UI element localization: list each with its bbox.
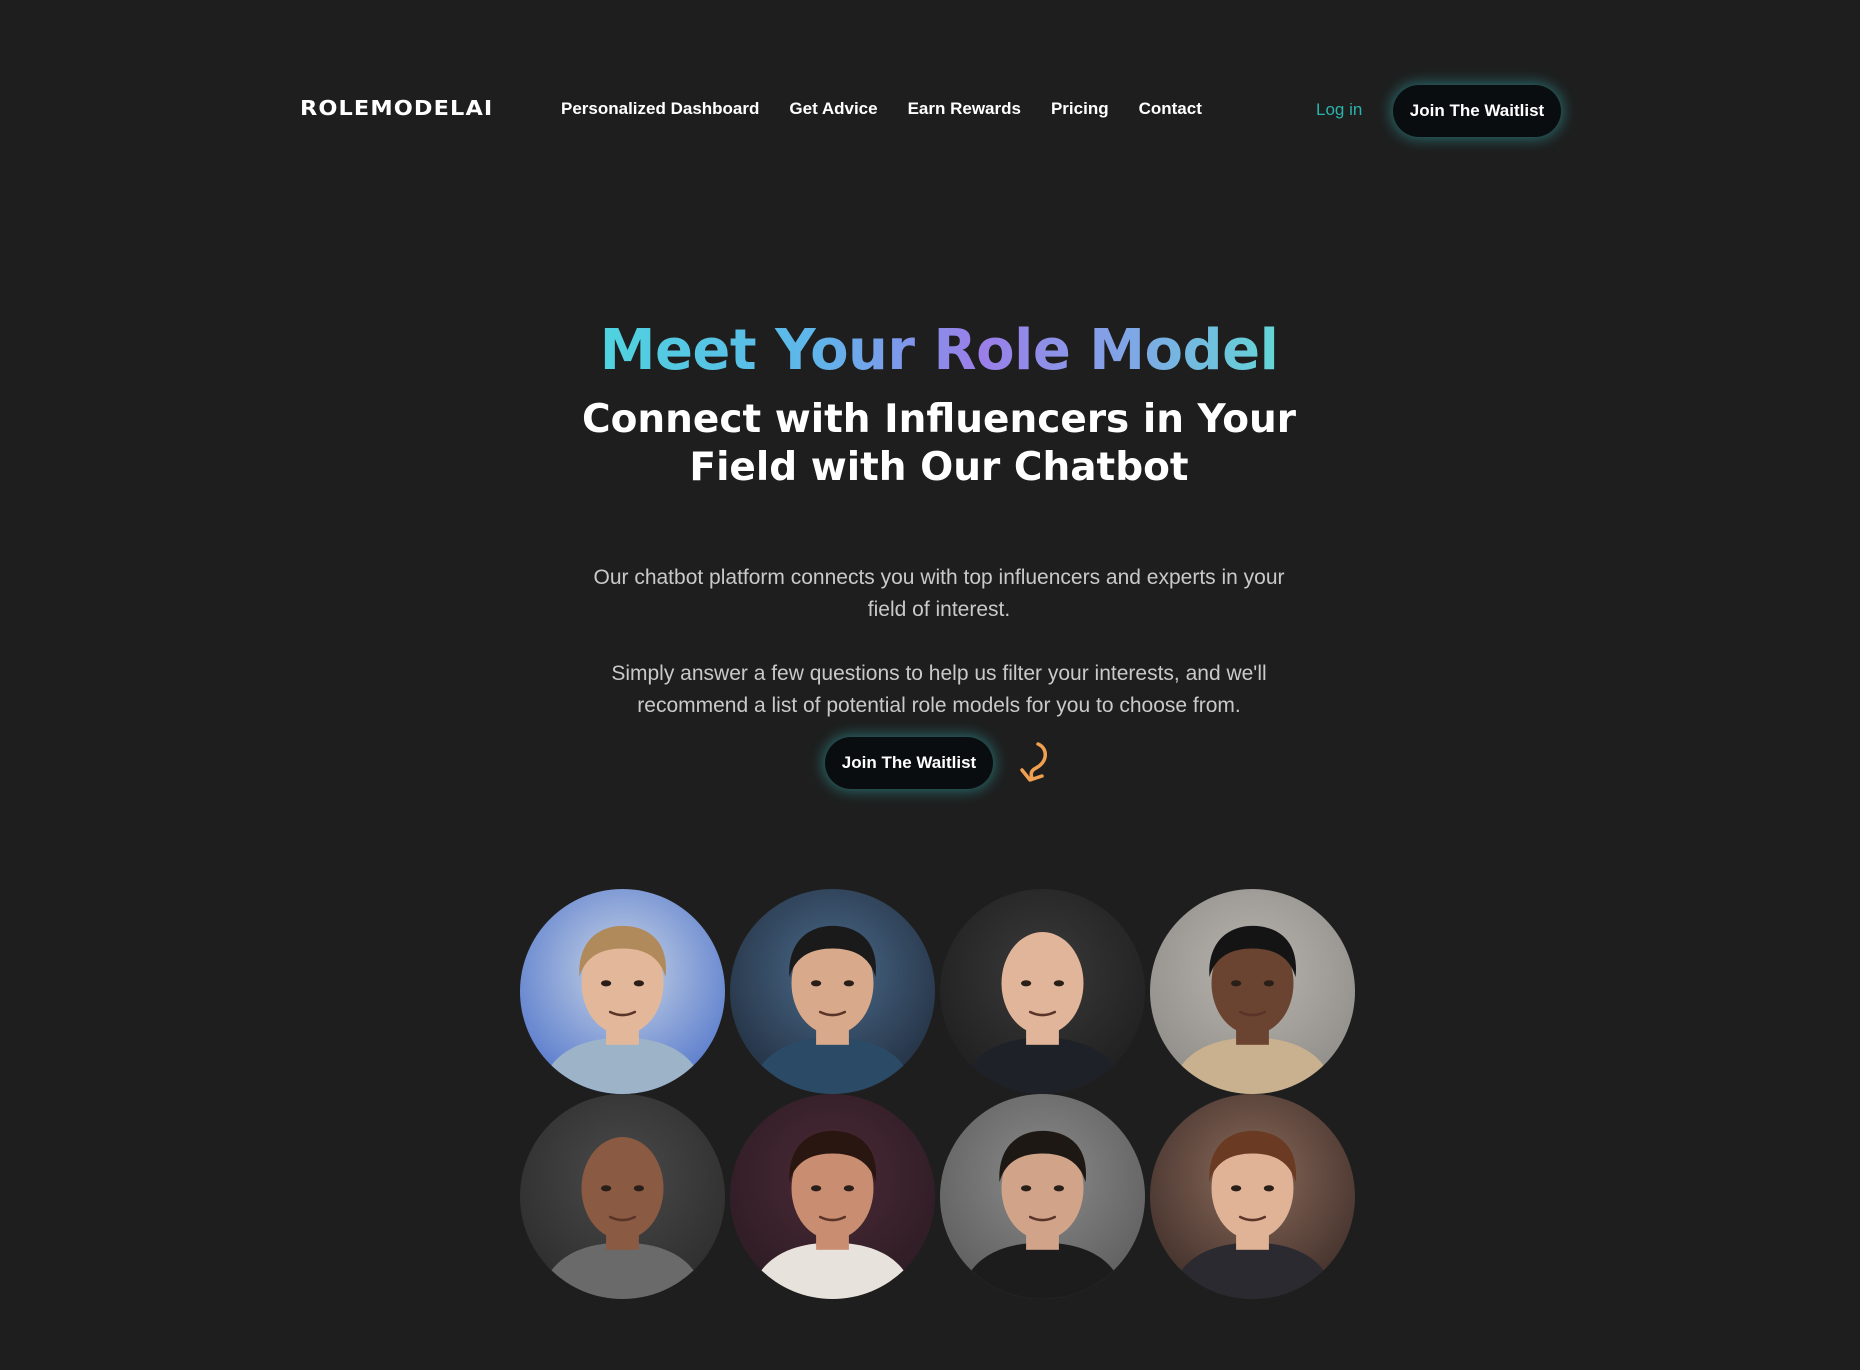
role-model-avatar[interactable] [730, 1094, 935, 1299]
role-model-avatar[interactable] [1150, 889, 1355, 1094]
role-model-avatar[interactable] [940, 1094, 1145, 1299]
avatar-portrait [1150, 889, 1355, 1094]
brand-logo[interactable]: ROLEMODELAI [300, 96, 493, 120]
hero-subtitle-line1: Connect with Influencers in Your [581, 397, 1297, 442]
landing-page: ROLEMODELAI Personalized Dashboard Get A… [0, 0, 1860, 1370]
role-model-avatar[interactable] [1150, 1094, 1355, 1299]
nav-item-personalized-dashboard[interactable]: Personalized Dashboard [561, 99, 759, 119]
nav-item-earn-rewards[interactable]: Earn Rewards [908, 99, 1021, 119]
role-model-avatar[interactable] [730, 889, 935, 1094]
avatar-portrait [520, 1094, 725, 1299]
header-join-waitlist-button[interactable]: Join The Waitlist [1393, 85, 1561, 137]
hero-title-text: Meet Your Role Model [599, 318, 1279, 383]
role-model-avatar-grid [520, 889, 1356, 1299]
nav-item-contact[interactable]: Contact [1139, 99, 1202, 119]
hero-join-waitlist-button[interactable]: Join The Waitlist [825, 737, 993, 789]
avatar-portrait [940, 1094, 1145, 1299]
main-nav: Personalized Dashboard Get Advice Earn R… [561, 99, 1202, 119]
avatar-portrait [730, 1094, 935, 1299]
hero-title: Meet Your Role Model [0, 318, 1860, 383]
hero-paragraph-2: Simply answer a few questions to help us… [611, 662, 1267, 717]
role-model-avatar[interactable] [520, 889, 725, 1094]
avatar-portrait [1150, 1094, 1355, 1299]
avatar-portrait [520, 889, 725, 1094]
hero-subtitle: Connect with Influencers in Your Field w… [0, 396, 1860, 492]
avatar-portrait [730, 889, 935, 1094]
nav-item-pricing[interactable]: Pricing [1051, 99, 1109, 119]
login-link[interactable]: Log in [1316, 100, 1362, 120]
avatar-portrait [940, 889, 1145, 1094]
role-model-avatar[interactable] [940, 889, 1145, 1094]
hero-subtitle-line2: Field with Our Chatbot [689, 445, 1189, 490]
curved-arrow-icon [1020, 742, 1047, 782]
nav-item-get-advice[interactable]: Get Advice [789, 99, 877, 119]
role-model-avatar[interactable] [520, 1094, 725, 1299]
hero-paragraph-1: Our chatbot platform connects you with t… [593, 566, 1285, 621]
